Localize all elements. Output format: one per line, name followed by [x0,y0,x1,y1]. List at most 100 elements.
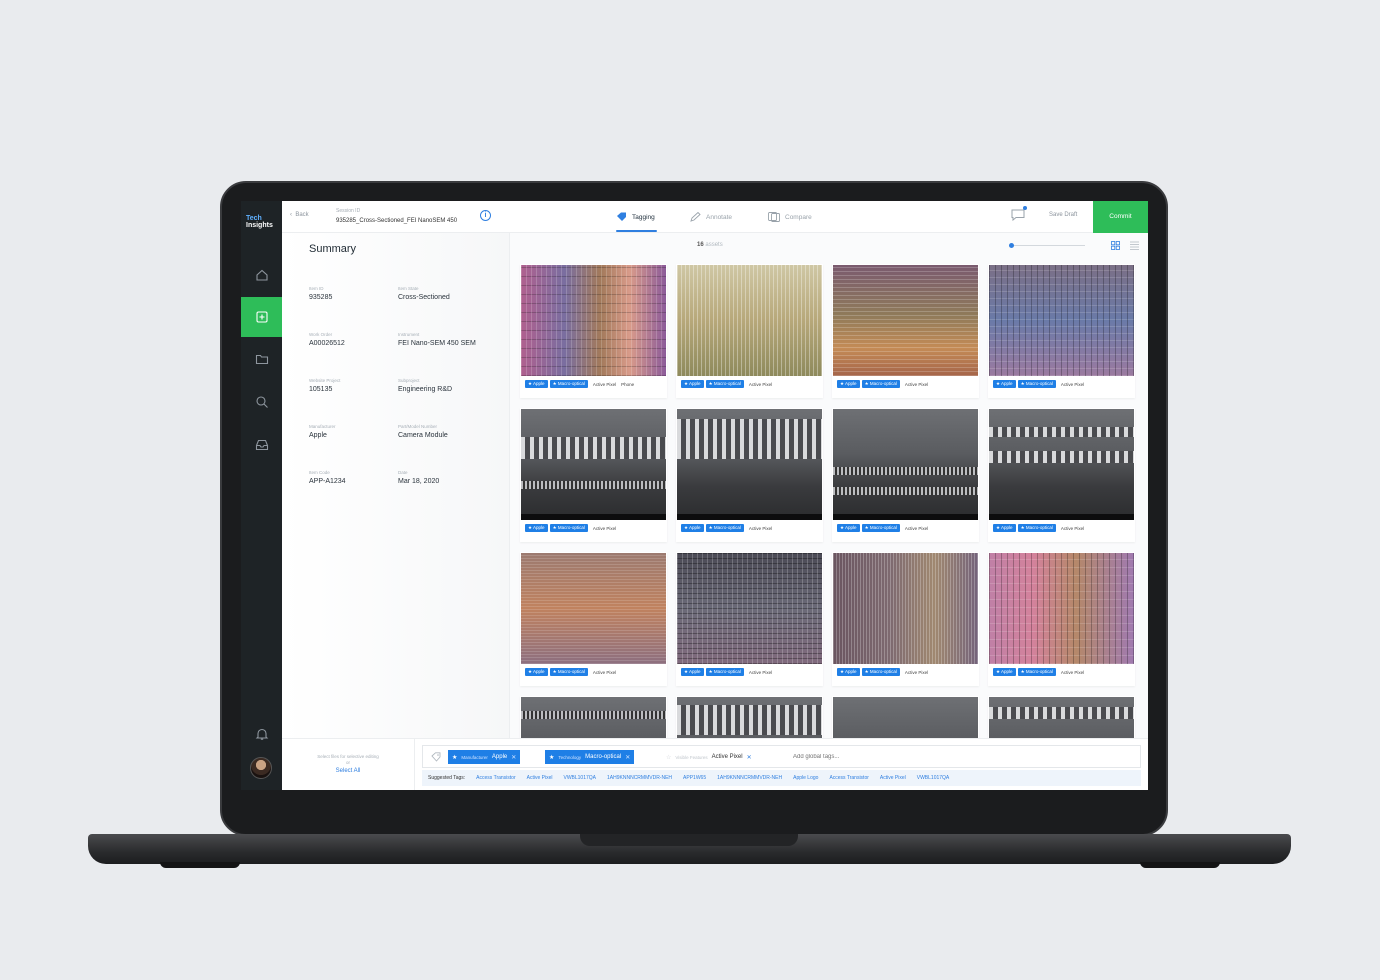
plain-tag[interactable]: Active Pixel [593,670,616,675]
asset-card[interactable]: ★ Apple ★ Macro-optical Active Pixel [676,552,823,686]
plain-tag[interactable]: Active Pixel [1061,670,1084,675]
brand-logo[interactable]: Tech Insights [246,215,278,229]
suggested-tag[interactable]: Active Pixel [880,775,906,781]
asset-thumbnail [833,409,978,520]
asset-card[interactable] [832,696,979,738]
avatar[interactable] [250,757,272,779]
remove-tag-icon[interactable]: ✕ [511,754,516,761]
global-tag-input[interactable]: ★ Manufacturer Apple ✕ ★ Technology Macr… [422,745,1141,768]
suggested-tag[interactable]: 1AH9KNNNCRMMVDR-NEH [607,775,672,781]
asset-card[interactable]: ★ Apple ★ Macro-optical Active Pixel [676,264,823,398]
zoom-slider-track[interactable] [1009,245,1085,246]
suggested-tag[interactable]: Access Transistor [476,775,515,781]
tag-chip-label: Apple [845,381,857,386]
plain-tag[interactable]: Phone [621,382,634,387]
tag-chip[interactable]: ★ Macro-optical [549,524,588,532]
suggested-tag[interactable]: Apple Logo [793,775,818,781]
commit-button[interactable]: Commit [1093,201,1148,233]
rail-inbox[interactable] [241,425,282,465]
asset-card[interactable]: ★ Apple ★ Macro-optical Active Pixel [520,408,667,542]
tag-chip[interactable]: ★ Macro-optical [861,380,900,388]
tab-annotate[interactable]: Annotate [690,210,732,224]
global-tag-chip[interactable]: ★ Manufacturer Apple ✕ [448,750,521,764]
tag-chip[interactable]: ★ Apple [993,524,1016,532]
asset-card[interactable]: ★ Apple ★ Macro-optical Active Pixel [832,264,979,398]
list-view-icon[interactable] [1130,241,1139,250]
plain-tag[interactable]: Active Pixel [749,382,772,387]
tag-chip[interactable]: ★ Apple [525,524,548,532]
asset-card[interactable]: ★ Apple ★ Macro-optical Active Pixel [520,552,667,686]
suggested-tag[interactable]: APP1W65 [683,775,706,781]
grid-view-icon[interactable] [1111,241,1120,250]
asset-card[interactable]: ★ Apple ★ Macro-optical Active Pixel Pho… [520,264,667,398]
top-bar: ‹ Back Session ID 935285_Cross-Sectioned… [282,201,1148,233]
tag-chip[interactable]: ★ Macro-optical [549,380,588,388]
back-button[interactable]: ‹ Back [290,212,309,218]
tag-chip[interactable]: ★ Apple [837,380,860,388]
asset-thumbnail [521,409,666,520]
plain-tag[interactable]: Active Pixel [749,670,772,675]
rail-search[interactable] [241,382,282,422]
asset-card[interactable]: ★ Apple ★ Macro-optical Active Pixel [832,408,979,542]
suggested-tag[interactable]: VWBL1017QA [563,775,596,781]
tag-chip[interactable]: ★ Apple [837,668,860,676]
remove-tag-icon[interactable]: ✕ [625,754,630,761]
plain-tag[interactable]: Active Pixel [1061,526,1084,531]
tag-chip[interactable]: ★ Macro-optical [549,668,588,676]
plain-tag[interactable]: Active Pixel [905,382,928,387]
plain-tag[interactable]: Active Pixel [749,526,772,531]
tag-chip[interactable]: ★ Apple [525,380,548,388]
tag-chip[interactable]: ★ Apple [681,380,704,388]
info-icon[interactable]: i [480,210,491,221]
zoom-slider-handle[interactable] [1009,243,1014,248]
field-label: Subproject [398,378,420,383]
asset-card[interactable]: ★ Apple ★ Macro-optical Active Pixel [832,552,979,686]
suggested-tag[interactable]: Active Pixel [527,775,553,781]
save-draft-button[interactable]: Save Draft [1049,212,1077,218]
tag-chip-label: Apple [1001,525,1013,530]
select-all-link[interactable]: Select All [282,768,414,774]
plain-tag[interactable]: Active Pixel [593,526,616,531]
tab-compare[interactable]: Compare [768,210,812,224]
rail-home[interactable] [241,255,282,295]
asset-card[interactable] [988,696,1135,738]
tag-chip[interactable]: ★ Apple [525,668,548,676]
tab-tagging[interactable]: Tagging [616,210,655,224]
partial-tag-chip[interactable]: ☆ Visible Features Active Pixel ✕ [666,750,752,764]
asset-thumbnail [521,697,666,738]
suggested-tag[interactable]: VWBL1017QA [917,775,950,781]
asset-card[interactable]: ★ Apple ★ Macro-optical Active Pixel [988,408,1135,542]
tag-chip[interactable]: ★ Macro-optical [1017,668,1056,676]
rail-add[interactable] [241,297,282,337]
add-global-tags-input[interactable] [793,754,993,760]
plain-tag[interactable]: Active Pixel [905,670,928,675]
chat-icon[interactable] [1011,209,1025,221]
asset-card[interactable]: ★ Apple ★ Macro-optical Active Pixel [988,552,1135,686]
plain-tag[interactable]: Active Pixel [905,526,928,531]
tag-chip[interactable]: ★ Macro-optical [1017,524,1056,532]
asset-card[interactable] [676,696,823,738]
tag-chip[interactable]: ★ Apple [837,524,860,532]
rail-notifications[interactable] [241,714,282,754]
plain-tag[interactable]: Active Pixel [593,382,616,387]
tag-chip[interactable]: ★ Apple [993,668,1016,676]
tag-chip-label: Macro-optical [557,381,585,386]
rail-folder[interactable] [241,339,282,379]
suggested-tag[interactable]: Access Transistor [829,775,868,781]
tag-chip[interactable]: ★ Macro-optical [1017,380,1056,388]
plain-tag[interactable]: Active Pixel [1061,382,1084,387]
asset-card[interactable] [520,696,667,738]
remove-tag-icon[interactable]: ✕ [747,754,752,761]
tag-chip[interactable]: ★ Apple [681,668,704,676]
tag-chip[interactable]: ★ Macro-optical [705,524,744,532]
tag-chip[interactable]: ★ Macro-optical [705,380,744,388]
asset-card[interactable]: ★ Apple ★ Macro-optical Active Pixel [988,264,1135,398]
tag-chip[interactable]: ★ Macro-optical [705,668,744,676]
suggested-tag[interactable]: 1AH9KNNNCRMMVDR-NEH [717,775,782,781]
global-tag-chip[interactable]: ★ Technology Macro-optical ✕ [545,750,635,764]
tag-chip[interactable]: ★ Macro-optical [861,668,900,676]
asset-card[interactable]: ★ Apple ★ Macro-optical Active Pixel [676,408,823,542]
tag-chip[interactable]: ★ Apple [681,524,704,532]
tag-chip[interactable]: ★ Macro-optical [861,524,900,532]
tag-chip[interactable]: ★ Apple [993,380,1016,388]
